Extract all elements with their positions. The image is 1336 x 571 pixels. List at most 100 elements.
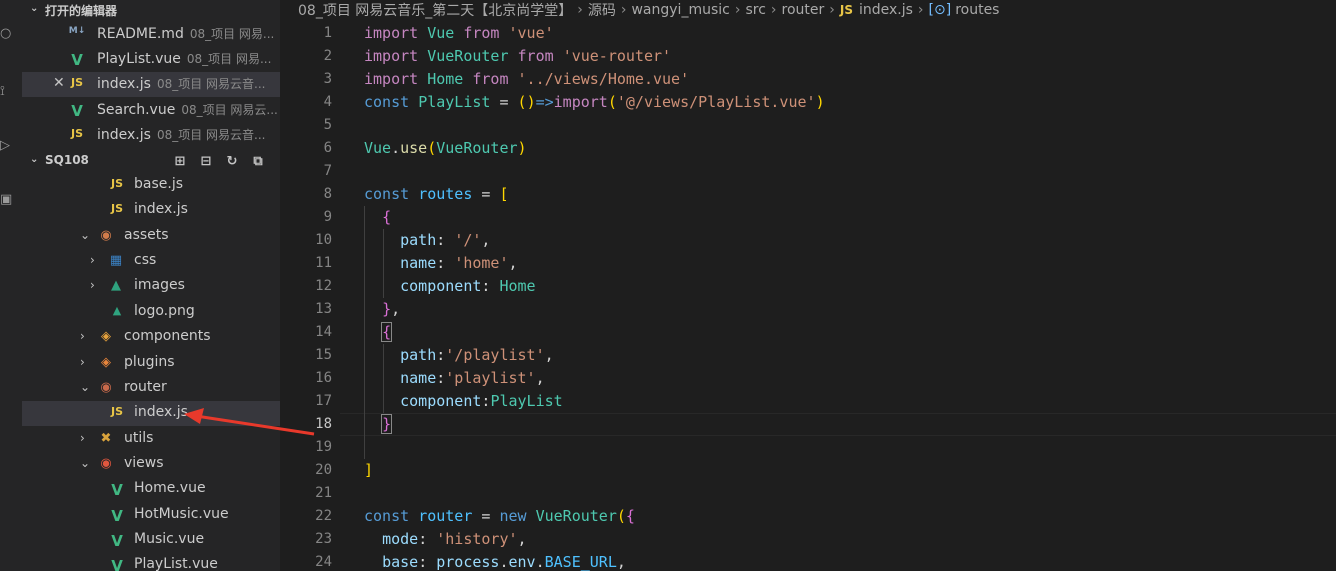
tree-label: css [134,252,157,268]
line-number: 16 [315,370,332,386]
line-number: 5 [323,117,332,133]
tree-folder[interactable]: ⌄ ◉ assets [22,224,280,249]
editor-area: 08_项目 网易云音乐_第二天【北京尚学堂】 › 源码 › wangyi_music › s… [280,0,1336,571]
chevron-right-icon: › [80,431,85,445]
line-number: 7 [323,163,332,179]
tree-label: views [124,455,164,471]
line-number: 21 [315,485,332,501]
tree-label: base.js [134,176,184,192]
vue-file-icon: V [71,51,83,69]
tree-label: utils [124,430,154,446]
code-line[interactable]: path:'/playlist', [364,344,554,367]
code-line[interactable]: ] [364,459,373,482]
tree-folder[interactable]: › ▦ css [22,249,280,274]
refresh-icon[interactable]: ↻ [224,154,240,170]
code-line[interactable]: const PlayList = ()=>import('@/views/Pla… [364,91,825,114]
open-editor-item[interactable]: JS index.js 08_项目 网易云音... [22,123,280,148]
tree-file[interactable]: ▲ logo.png [22,300,280,325]
chevron-down-icon: ⌄ [80,456,91,470]
source-control-icon[interactable]: ⟟ [0,84,14,100]
tree-folder[interactable]: › ▲ images [22,274,280,299]
tree-file[interactable]: JS index.js [22,198,280,223]
breadcrumb-item[interactable]: 源码 [588,3,616,19]
tree-label: plugins [124,354,175,370]
chevron-right-icon: › [577,2,583,18]
breadcrumb-symbol[interactable]: routes [955,2,999,18]
line-number: 2 [323,48,332,64]
chevron-right-icon: › [80,355,85,369]
code-line[interactable]: } [364,413,393,436]
open-editor-path: 08_项目 网易云... [181,103,278,117]
code-line[interactable]: import Home from '../views/Home.vue' [364,68,689,91]
tree-label: PlayList.vue [134,556,218,571]
open-editor-name: PlayList.vue 08_项目 网易... [97,51,272,67]
code-line[interactable]: base: process.env.BASE_URL, [364,551,626,571]
tree-file[interactable]: V Home.vue [22,477,280,502]
line-number: 20 [315,462,332,478]
open-editor-item[interactable]: M↓ README.md 08_项目 网易... [22,22,280,47]
chevron-right-icon: › [829,2,835,18]
code-line[interactable]: Vue.use(VueRouter) [364,137,527,160]
code-line[interactable]: component: Home [364,275,535,298]
code-line[interactable]: name: 'home', [364,252,517,275]
tree-label: components [124,328,211,344]
js-file-icon: JS [110,177,123,190]
open-editor-item[interactable]: ✕ JS index.js 08_项目 网易云音... [22,72,280,97]
open-editors-title: 打开的编辑器 [45,4,118,18]
code-line[interactable]: mode: 'history', [364,528,527,551]
tree-file[interactable]: JS base.js [22,173,280,198]
tree-folder[interactable]: › ◈ components [22,325,280,350]
run-debug-icon[interactable]: ▷ [0,138,14,154]
vue-file-icon: V [111,507,123,525]
explorer-toolbar: ⊞ ⊟ ↻ ⧉ [172,151,266,173]
chevron-down-icon: ⌄ [30,154,39,165]
symbol-variable-icon: [⊙] [928,2,952,18]
vue-file-icon: V [111,557,123,571]
code-line[interactable]: const routes = [ [364,183,509,206]
new-file-icon[interactable]: ⊞ [172,154,188,170]
code-line[interactable]: import VueRouter from 'vue-router' [364,45,671,68]
vue-file-icon: V [71,102,83,120]
open-editor-name: Search.vue 08_项目 网易云... [97,102,278,118]
tree-folder[interactable]: ⌄ ◉ views [22,452,280,477]
collapse-all-icon[interactable]: ⧉ [250,154,266,170]
chevron-down-icon: ⌄ [80,380,91,394]
close-icon[interactable]: ✕ [53,75,65,91]
breadcrumb-item[interactable]: router [782,2,825,18]
open-editors-header[interactable]: ⌄ 打开的编辑器 [22,0,280,22]
code-line[interactable]: name:'playlist', [364,367,545,390]
tree-label: Home.vue [134,480,206,496]
chevron-right-icon: › [80,329,85,343]
breadcrumb-item[interactable]: wangyi_music [631,2,729,18]
search-icon[interactable]: ○ [0,26,14,42]
js-file-icon: JS [70,76,83,89]
code-line[interactable]: component:PlayList [364,390,563,413]
chevron-right-icon: › [90,253,95,267]
code-line[interactable]: { [364,206,391,229]
tree-folder[interactable]: › ◈ plugins [22,351,280,376]
open-editor-item[interactable]: V Search.vue 08_项目 网易云... [22,98,280,123]
open-editor-item[interactable]: V PlayList.vue 08_项目 网易... [22,47,280,72]
chevron-right-icon: › [620,2,627,18]
tree-file[interactable]: V Music.vue [22,528,280,553]
line-number: 15 [315,347,332,363]
tree-file[interactable]: V HotMusic.vue [22,503,280,528]
tree-file[interactable]: V PlayList.vue [22,553,280,571]
new-folder-icon[interactable]: ⊟ [198,154,214,170]
line-number: 13 [315,301,332,317]
code-line[interactable]: const router = new VueRouter({ [364,505,635,528]
code-line[interactable]: import Vue from 'vue' [364,22,554,45]
breadcrumb-file[interactable]: index.js [859,2,913,18]
tree-folder[interactable]: ⌄ ◉ router [22,376,280,401]
code-line[interactable]: { [364,321,393,344]
workspace-header[interactable]: ⌄ SQ108 ⊞ ⊟ ↻ ⧉ [22,151,280,173]
folder-icon: ▦ [109,253,123,268]
extensions-icon[interactable]: ▣ [0,192,14,208]
code-line[interactable]: }, [364,298,400,321]
open-editor-name: index.js 08_项目 网易云音... [97,76,266,92]
breadcrumb-item[interactable]: src [745,2,765,18]
indent-guide [364,206,365,459]
breadcrumb-item[interactable]: 08_项目 网易云音乐_第二天【北京尚学堂】 [298,3,572,19]
folder-icon: ◉ [100,380,112,395]
chevron-right-icon: › [770,2,777,18]
